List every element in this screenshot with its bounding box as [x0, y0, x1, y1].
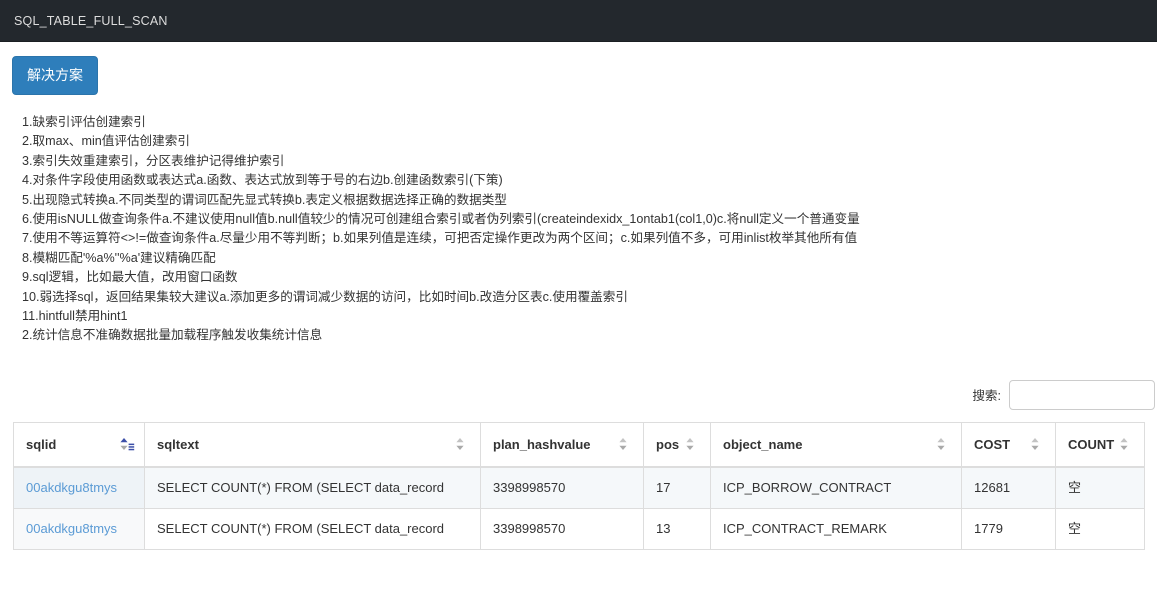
table-head: sqlid sqltext plan_hashvalue pos object_name… [13, 421, 1145, 469]
column-header-sqlid[interactable]: sqlid [13, 421, 145, 469]
advice-line: 8.模糊匹配'%a%''%a'建议精确匹配 [22, 250, 216, 265]
advice-line: 4.对条件字段使用函数或表达式a.函数、表达式放到等于号的右边b.创建函数索引(… [22, 173, 503, 188]
column-header-cost[interactable]: COST [961, 421, 1056, 469]
column-header-sqltext[interactable]: sqltext [144, 421, 481, 469]
advice-line: 10.弱选择sql，返回结果集较大建议a.添加更多的谓词减少数据的访问，比如时间… [22, 289, 628, 304]
table-header-row: sqlid sqltext plan_hashvalue pos object_name… [13, 421, 1145, 469]
cell-sqlid: 00akdkgu8tmys [13, 508, 145, 551]
advice-line: 9.sql逻辑，比如最大值，改用窗口函数 [22, 270, 238, 285]
advice-line: 2.取max、min值评估创建索引 [22, 134, 190, 149]
column-header-pos[interactable]: pos [643, 421, 711, 469]
column-header-count[interactable]: COUNT [1055, 421, 1145, 469]
advice-line: 6.使用isNULL做查询条件a.不建议使用null值b.null值较少的情况可… [22, 211, 860, 226]
column-header-label: plan_hashvalue [493, 436, 591, 452]
advice-line: 2.统计信息不准确数据批量加载程序触发收集统计信息 [22, 328, 323, 343]
table-row: 00akdkgu8tmys SELECT COUNT(*) FROM (SELEC… [13, 466, 1145, 510]
search-label: 搜索: [972, 389, 1001, 404]
advice-line: 7.使用不等运算符<>!=做查询条件a.尽量少用不等判断；b.如果列值是连续，可… [22, 231, 858, 246]
sort-both-icon [685, 437, 701, 451]
sort-both-icon [1119, 437, 1135, 451]
advice-text-block: 1.缺索引评估创建索引 2.取max、min值评估创建索引 3.索引失效重建索引，分… [0, 95, 1157, 346]
cell-cost: 12681 [961, 466, 1056, 510]
data-table-container: sqlid sqltext plan_hashvalue pos object_name… [0, 421, 1157, 551]
advice-line: 5.出现隐式转换a.不同类型的谓词匹配先显式转换b.表定义根据数据选择正确的数据… [22, 192, 507, 207]
sort-both-icon [936, 437, 952, 451]
column-header-object_name[interactable]: object_name [710, 421, 962, 469]
column-header-label: sqlid [26, 436, 57, 452]
navbar-brand-title: SQL_TABLE_FULL_SCAN [14, 13, 168, 28]
sqlid-link[interactable]: 00akdkgu8tmys [26, 480, 117, 495]
sort-both-icon [1030, 437, 1046, 451]
advice-line: 11.hintfull禁用hint1 [22, 308, 128, 323]
cell-object_name: ICP_BORROW_CONTRACT [710, 466, 962, 510]
advice-line: 3.索引失效重建索引，分区表维护记得维护索引 [22, 153, 285, 168]
cell-sqltext: SELECT COUNT(*) FROM (SELECT data_record [144, 508, 481, 551]
cell-sqltext: SELECT COUNT(*) FROM (SELECT data_record [144, 466, 481, 510]
cell-count: 空 [1055, 508, 1145, 551]
sql-full-scan-table: sqlid sqltext plan_hashvalue pos object_name… [13, 421, 1145, 551]
column-header-plan_hashvalue[interactable]: plan_hashvalue [480, 421, 644, 469]
advice-line: 1.缺索引评估创建索引 [22, 115, 146, 129]
toolbar: 解决方案 [0, 42, 1157, 95]
column-header-label: object_name [723, 436, 803, 452]
solution-button[interactable]: 解决方案 [12, 56, 98, 95]
sort-both-icon [618, 437, 634, 451]
cell-sqlid: 00akdkgu8tmys [13, 466, 145, 510]
cell-pos: 13 [643, 508, 711, 551]
table-row: 00akdkgu8tmys SELECT COUNT(*) FROM (SELEC… [13, 508, 1145, 551]
sort-asc-icon [119, 437, 135, 451]
search-input[interactable] [1009, 379, 1155, 410]
sqlid-link[interactable]: 00akdkgu8tmys [26, 521, 117, 536]
column-header-label: pos [656, 436, 680, 452]
column-header-label: COST [974, 436, 1011, 452]
cell-plan_hashvalue: 3398998570 [480, 508, 644, 551]
column-header-label: COUNT [1068, 436, 1115, 452]
cell-pos: 17 [643, 466, 711, 510]
column-header-label: sqltext [157, 436, 199, 452]
top-navbar: SQL_TABLE_FULL_SCAN [0, 0, 1157, 42]
cell-object_name: ICP_CONTRACT_REMARK [710, 508, 962, 551]
table-search-row: 搜索: [0, 374, 1157, 416]
table-body: 00akdkgu8tmys SELECT COUNT(*) FROM (SELEC… [13, 466, 1145, 551]
cell-cost: 1779 [961, 508, 1056, 551]
cell-count: 空 [1055, 466, 1145, 510]
cell-plan_hashvalue: 3398998570 [480, 466, 644, 510]
sort-both-icon [455, 437, 471, 451]
